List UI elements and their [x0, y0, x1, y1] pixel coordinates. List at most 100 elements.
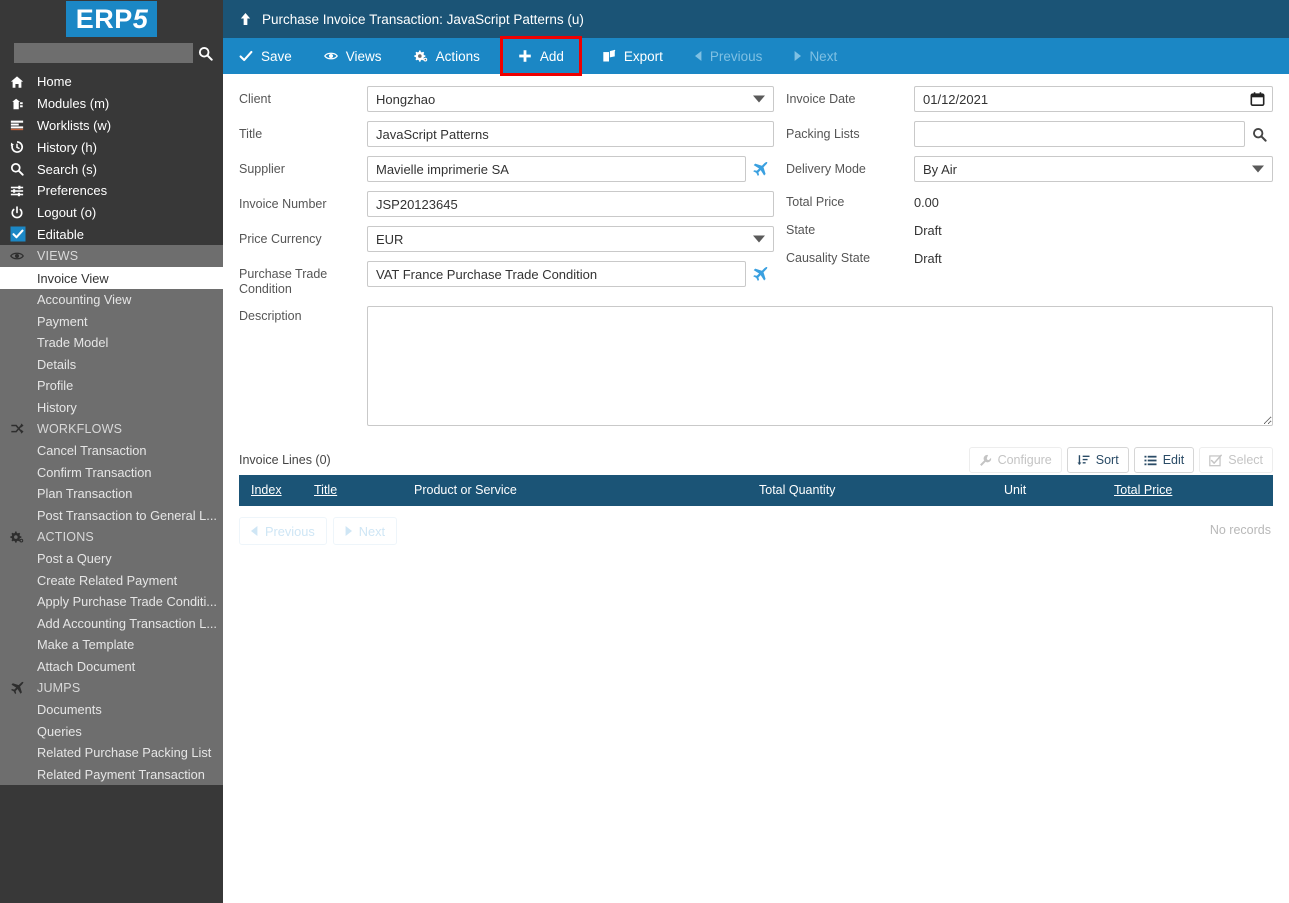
sidebar-item-post-transaction-to-general-l[interactable]: Post Transaction to General L... [0, 504, 223, 526]
sidebar-primary-nav: Home Modules (m) Worklists (w) History (h) S… [0, 66, 223, 246]
sidebar-item-label: Payment [37, 313, 88, 329]
field-row-total-price: Total Price 0.00 [786, 191, 1273, 210]
client-select[interactable] [367, 86, 774, 112]
sidebar-nav-item-home[interactable]: Home [0, 71, 223, 93]
preferences-icon [10, 185, 24, 197]
eye-icon [10, 249, 37, 263]
price-currency-select[interactable] [367, 226, 774, 252]
description-area: Description [223, 306, 1289, 435]
logo-text: ERP [75, 4, 133, 34]
actions-button[interactable]: Actions [398, 38, 496, 74]
sidebar-item-related-payment-transaction[interactable]: Related Payment Transaction [0, 763, 223, 785]
supplier-label: Supplier [239, 162, 285, 176]
sidebar-item-create-related-payment[interactable]: Create Related Payment [0, 569, 223, 591]
sidebar-item-add-accounting-transaction-l[interactable]: Add Accounting Transaction L... [0, 612, 223, 634]
causality-state-label: Causality State [786, 251, 871, 265]
sidebar-item-cancel-transaction[interactable]: Cancel Transaction [0, 439, 223, 462]
sidebar-item-apply-purchase-trade-conditi[interactable]: Apply Purchase Trade Conditi... [0, 590, 223, 613]
sidebar-item-post-a-query[interactable]: Post a Query [0, 547, 223, 570]
sidebar-item-confirm-transaction[interactable]: Confirm Transaction [0, 461, 223, 483]
sidebar-search-button[interactable] [193, 42, 217, 64]
sidebar-item-label: History [37, 399, 77, 415]
sidebar-item-trade-model[interactable]: Trade Model [0, 331, 223, 354]
client-select-value[interactable] [367, 86, 774, 112]
sidebar-item-make-a-template[interactable]: Make a Template [0, 633, 223, 656]
sidebar-item-label: Cancel Transaction [37, 443, 147, 459]
sidebar-item-accounting-view[interactable]: Accounting View [0, 288, 223, 311]
calendar-icon[interactable] [1250, 92, 1265, 107]
sidebar-item-label: Attach Document [37, 658, 136, 674]
export-button[interactable]: Export [586, 38, 679, 74]
sidebar-item-profile[interactable]: Profile [0, 374, 223, 397]
field-row-description: Description [239, 306, 1273, 426]
delivery-mode-select-value[interactable] [914, 156, 1273, 182]
triangle-right-icon [345, 526, 352, 536]
jump-plane-icon[interactable] [746, 266, 774, 282]
toolbar-button-label: Export [623, 48, 663, 64]
history-icon [10, 140, 37, 154]
views-button[interactable]: Views [308, 38, 398, 74]
delivery-mode-select[interactable] [914, 156, 1273, 182]
sidebar-section-title: JUMPS [37, 680, 81, 695]
sidebar-nav-item-logout-o[interactable]: Logout (o) [0, 202, 223, 224]
column-header-index[interactable]: Index [239, 475, 314, 506]
client-label: Client [239, 92, 271, 106]
field-row-packing-lists: Packing Lists [786, 121, 1273, 147]
sidebar-nav-item-editable[interactable]: Editable [0, 224, 223, 246]
erp5-logo[interactable]: ERP5 [65, 1, 158, 37]
save-button[interactable]: Save [223, 38, 308, 74]
sidebar-nav-label: Logout (o) [37, 205, 97, 221]
field-row-supplier: Supplier [239, 156, 774, 182]
sidebar-nav-item-modules-m[interactable]: Modules (m) [0, 93, 223, 115]
sidebar-item-attach-document[interactable]: Attach Document [0, 655, 223, 677]
jump-plane-icon [753, 266, 768, 281]
arrow-up-icon[interactable] [239, 12, 252, 26]
sidebar-item-history[interactable]: History [0, 396, 223, 418]
invoice-date-input[interactable] [914, 86, 1273, 112]
description-textarea[interactable] [367, 306, 1273, 426]
sidebar-item-details[interactable]: Details [0, 353, 223, 375]
add-button[interactable]: Add [499, 36, 582, 76]
sidebar-item-label: Related Payment Transaction [37, 766, 205, 782]
column-header-total-price[interactable]: Total Price [1114, 475, 1273, 506]
workflows-icon [11, 423, 24, 434]
eye-icon [323, 49, 338, 63]
sidebar-nav-item-search-s[interactable]: Search (s) [0, 158, 223, 180]
sidebar-item-payment[interactable]: Payment [0, 310, 223, 332]
triangle-left-icon [694, 51, 702, 61]
sidebar-nav-label: Preferences [37, 183, 108, 199]
modules-icon [10, 97, 37, 111]
sidebar-item-queries[interactable]: Queries [0, 720, 223, 742]
supplier-input[interactable] [367, 156, 746, 182]
jump-plane-icon[interactable] [746, 161, 774, 177]
sidebar-item-related-purchase-packing-list[interactable]: Related Purchase Packing List [0, 741, 223, 764]
listbox-action-label: Sort [1095, 453, 1119, 467]
triangle-left-icon [694, 51, 702, 61]
field-row-state: State Draft [786, 219, 1273, 238]
listbox-edit-button[interactable]: Edit [1133, 447, 1195, 473]
listbox-action-label: Configure [997, 453, 1052, 467]
sidebar-item-invoice-view[interactable]: Invoice View [0, 267, 223, 289]
page-title: Purchase Invoice Transaction: JavaScript… [262, 11, 584, 27]
purchase-trade-condition-input[interactable] [367, 261, 746, 287]
listbox-action-buttons: Configure Sort Edit Select [968, 447, 1273, 473]
column-header-title[interactable]: Title [314, 475, 414, 506]
form-column-right: Invoice Date Packing Lists Delivery Mode… [774, 86, 1273, 306]
packing-lists-input[interactable] [914, 121, 1245, 147]
title-input[interactable] [367, 121, 774, 147]
listbox-sort-button[interactable]: Sort [1066, 447, 1129, 473]
sidebar-nav-item-preferences[interactable]: Preferences [0, 180, 223, 202]
triangle-left-icon [251, 526, 258, 536]
price-currency-select-value[interactable] [367, 226, 774, 252]
sidebar-nav-item-history-h[interactable]: History (h) [0, 136, 223, 158]
search-icon[interactable] [1245, 127, 1273, 142]
invoice-lines-table: Index Title Product or Service Total Quanti… [239, 475, 1273, 506]
listbox-header: Invoice Lines (0) Configure Sort Edit Selec… [239, 445, 1273, 475]
sidebar-search-input[interactable] [14, 43, 193, 63]
sidebar-sections: VIEWS Invoice View Accounting View Payment T… [0, 245, 223, 785]
packing-lists-label: Packing Lists [786, 127, 860, 141]
sidebar-item-documents[interactable]: Documents [0, 698, 223, 721]
sidebar-item-plan-transaction[interactable]: Plan Transaction [0, 482, 223, 505]
sidebar-nav-item-worklists-w[interactable]: Worklists (w) [0, 115, 223, 137]
invoice-number-input[interactable] [367, 191, 774, 217]
